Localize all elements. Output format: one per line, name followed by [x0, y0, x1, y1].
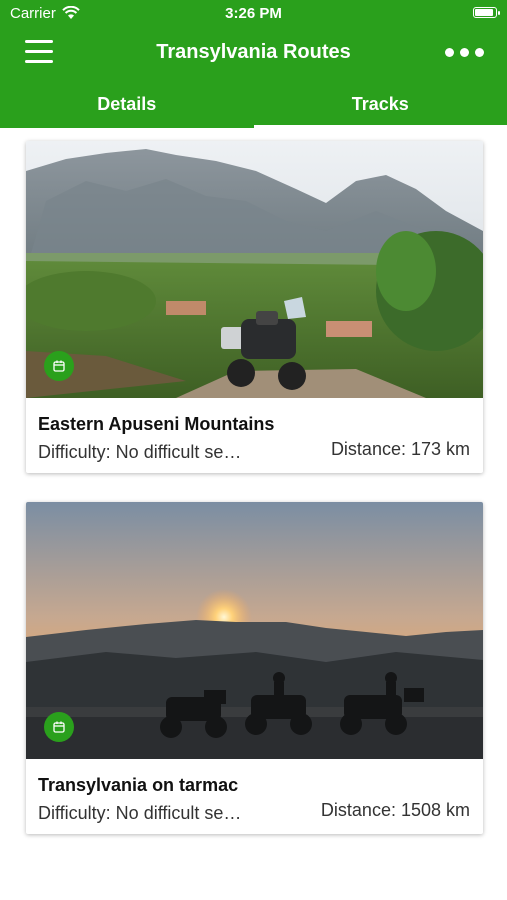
app-bar: Transylvania Routes	[0, 28, 507, 80]
tab-tracks[interactable]: Tracks	[253, 80, 507, 128]
route-name: Transylvania on tarmac	[38, 775, 239, 795]
more-options-icon[interactable]	[445, 48, 485, 58]
route-distance: Distance: 173 km	[330, 439, 470, 459]
page-title: Transylvania Routes	[156, 41, 351, 63]
battery-icon	[473, 7, 500, 18]
clock: 3:26 PM	[225, 5, 282, 22]
route-name: Eastern Apuseni Mountains	[38, 414, 275, 434]
tab-bar: Details Tracks	[0, 80, 507, 128]
route-difficulty: Difficulty: No difficult se…	[38, 442, 242, 462]
route-card[interactable]: Transylvania on tarmac Difficulty: No di…	[26, 502, 483, 834]
route-distance: Distance: 1508 km	[320, 800, 470, 820]
route-photo	[26, 502, 483, 759]
route-photo	[26, 141, 483, 398]
calendar-icon	[44, 712, 74, 742]
route-card[interactable]: Eastern Apuseni Mountains Difficulty: No…	[26, 141, 483, 473]
route-difficulty: Difficulty: No difficult se…	[38, 803, 242, 823]
calendar-icon	[44, 351, 74, 381]
tab-details[interactable]: Details	[0, 80, 254, 128]
status-bar: Carrier 3:26 PM	[0, 0, 507, 28]
